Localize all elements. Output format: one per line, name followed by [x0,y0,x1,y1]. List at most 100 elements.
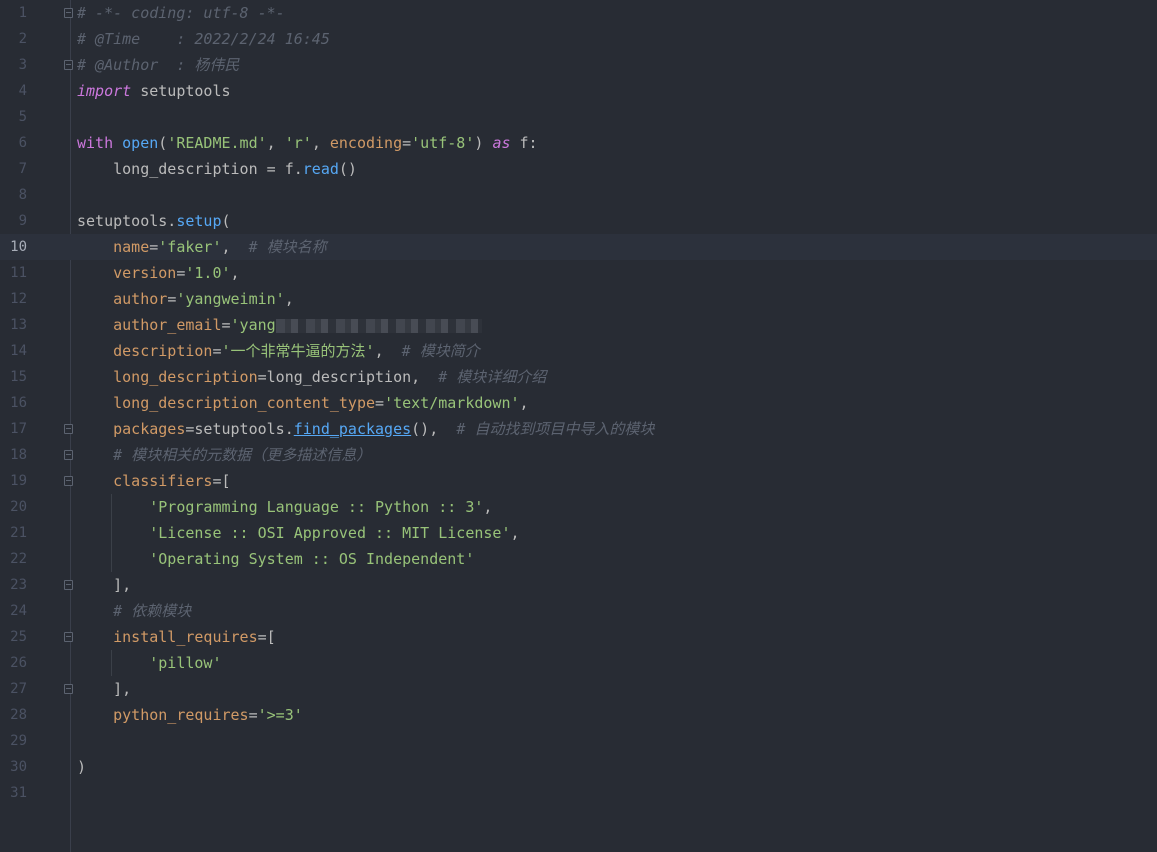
code-token: '>=3' [257,706,303,724]
code-token: python_requires [113,706,249,724]
code-token: () [338,160,357,178]
code-line[interactable]: 18 # 模块相关的元数据（更多描述信息） [0,442,1157,468]
code-token: # 自动找到项目中导入的模块 [456,420,655,438]
code-token: '一个非常牛逼的方法' [221,342,375,360]
code-line[interactable]: 5 [0,104,1157,130]
code-text: # @Author : 杨伟民 [77,52,239,78]
code-line[interactable]: 26 'pillow' [0,650,1157,676]
code-line[interactable]: 29 [0,728,1157,754]
fold-marker-icon[interactable] [64,60,73,70]
code-token: ) [474,134,493,152]
line-number: 23 [10,577,27,593]
code-line[interactable]: 7 long_description = f.read() [0,156,1157,182]
code-token: encoding [329,134,403,152]
fold-marker-icon[interactable] [64,450,73,460]
code-line[interactable]: 21 'License :: OSI Approved :: MIT Licen… [0,520,1157,546]
code-line[interactable]: 23 ], [0,572,1157,598]
code-line[interactable]: 12 author='yangweimin', [0,286,1157,312]
code-token: 'r' [284,134,312,152]
code-token: , [221,238,249,256]
code-line[interactable]: 22 'Operating System :: OS Independent' [0,546,1157,572]
line-number: 7 [18,161,27,177]
line-number: 5 [18,109,27,125]
line-number: 26 [10,655,27,671]
code-line[interactable]: 9 setuptools.setup( [0,208,1157,234]
code-line[interactable]: 16 long_description_content_type='text/m… [0,390,1157,416]
code-text: version='1.0', [77,260,239,286]
code-line[interactable]: 6 with open('README.md', 'r', encoding='u… [0,130,1157,156]
code-line[interactable]: 28 python_requires='>=3' [0,702,1157,728]
code-token: # @Author : 杨伟民 [77,56,240,74]
code-line[interactable]: 11 version='1.0', [0,260,1157,286]
fold-marker-icon[interactable] [64,476,73,486]
code-token: author_email [113,316,222,334]
code-line[interactable]: 30) [0,754,1157,780]
code-token: = [221,316,231,334]
code-text: long_description=long_description, # 模块详… [77,364,546,390]
code-text: 'Operating System :: OS Independent' [77,546,474,572]
redacted-email [275,318,482,333]
code-text: 'pillow' [77,650,222,676]
code-token: read [302,160,339,178]
code-token: import [77,82,132,100]
code-token: 'pillow' [149,654,222,672]
fold-marker-icon[interactable] [64,580,73,590]
code-line[interactable]: 17 packages=setuptools.find_packages(), … [0,416,1157,442]
line-number: 6 [18,135,27,151]
code-line[interactable]: 3 # @Author : 杨伟民 [0,52,1157,78]
fold-marker-icon[interactable] [64,632,73,642]
line-number: 21 [10,525,27,541]
code-line[interactable]: 27 ], [0,676,1157,702]
code-line[interactable]: 24 # 依赖模块 [0,598,1157,624]
code-line[interactable]: 13 author_email='yang [0,312,1157,338]
code-editor[interactable]: 1 # -*- coding: utf-8 -*- 2 # @Time : 2022/… [0,0,1157,852]
line-number: 28 [10,707,27,723]
code-line[interactable]: 14 description='一个非常牛逼的方法', # 模块简介 [0,338,1157,364]
code-token: = [375,394,385,412]
line-number: 14 [10,343,27,359]
code-text: name='faker', # 模块名称 [77,234,327,260]
code-token: setuptools [131,82,231,100]
fold-marker-icon[interactable] [64,424,73,434]
code-token: (), [411,420,457,438]
line-number: 16 [10,395,27,411]
code-line[interactable]: 31 [0,780,1157,806]
code-token: = [402,134,412,152]
line-number: 12 [10,291,27,307]
code-line[interactable]: 19 classifiers=[ [0,468,1157,494]
line-number: 9 [18,213,27,229]
code-line[interactable]: 20 'Programming Language :: Python :: 3'… [0,494,1157,520]
code-token: 'yang [230,316,276,334]
fold-marker-icon[interactable] [64,684,73,694]
code-token: 'utf-8' [411,134,475,152]
code-token: =[ [257,628,276,646]
code-line[interactable]: 1 # -*- coding: utf-8 -*- [0,0,1157,26]
code-text: description='一个非常牛逼的方法', # 模块简介 [77,338,480,364]
line-number: 13 [10,317,27,333]
code-line[interactable]: 8 [0,182,1157,208]
line-number: 2 [18,31,27,47]
code-token: long_description_content_type [113,394,376,412]
code-token: 'License :: OSI Approved :: MIT License' [149,524,511,542]
code-token: f: [510,134,538,152]
code-line[interactable]: 10 name='faker', # 模块名称 [0,234,1157,260]
code-token: 'README.md' [167,134,267,152]
code-token: author [113,290,168,308]
line-number: 29 [10,733,27,749]
code-line[interactable]: 4 import setuptools [0,78,1157,104]
fold-marker-icon[interactable] [64,8,73,18]
code-text: with open('README.md', 'r', encoding='ut… [77,130,538,156]
code-text: ], [77,572,131,598]
code-line[interactable]: 2 # @Time : 2022/2/24 16:45 [0,26,1157,52]
code-line[interactable]: 15 long_description=long_description, # … [0,364,1157,390]
code-token: # 模块名称 [248,238,327,256]
code-line[interactable]: 25 install_requires=[ [0,624,1157,650]
